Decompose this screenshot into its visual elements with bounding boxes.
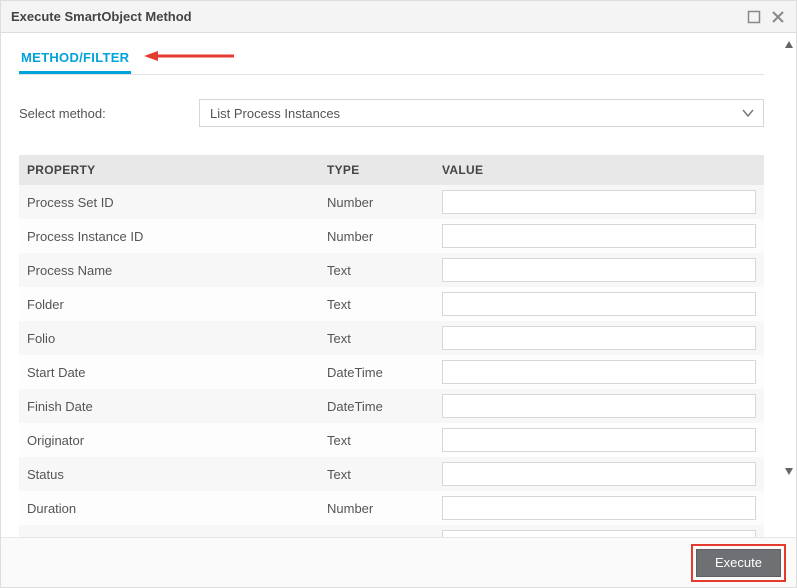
vertical-scrollbar[interactable] bbox=[782, 33, 796, 537]
property-cell: Priority bbox=[19, 525, 319, 537]
type-cell: DateTime bbox=[319, 355, 434, 389]
value-cell bbox=[434, 287, 764, 321]
value-input[interactable] bbox=[442, 292, 756, 316]
type-cell: Number bbox=[319, 185, 434, 219]
col-header-property: PROPERTY bbox=[19, 155, 319, 185]
value-input[interactable] bbox=[442, 224, 756, 248]
value-input[interactable] bbox=[442, 394, 756, 418]
value-cell bbox=[434, 321, 764, 355]
close-icon[interactable] bbox=[770, 9, 786, 25]
value-cell bbox=[434, 423, 764, 457]
table-row: Process Instance IDNumber bbox=[19, 219, 764, 253]
value-cell bbox=[434, 253, 764, 287]
table-header-row: PROPERTY TYPE VALUE bbox=[19, 155, 764, 185]
annotation-arrow-icon bbox=[144, 49, 234, 63]
tab-bar: METHOD/FILTER bbox=[19, 47, 764, 75]
type-cell: Text bbox=[319, 321, 434, 355]
property-cell: Start Date bbox=[19, 355, 319, 389]
property-cell: Duration bbox=[19, 491, 319, 525]
value-input[interactable] bbox=[442, 530, 756, 537]
property-cell: Folder bbox=[19, 287, 319, 321]
table-row: Start DateDateTime bbox=[19, 355, 764, 389]
properties-table: PROPERTY TYPE VALUE Process Set IDNumber… bbox=[19, 155, 764, 537]
property-cell: Process Instance ID bbox=[19, 219, 319, 253]
value-input[interactable] bbox=[442, 462, 756, 486]
type-cell: Number bbox=[319, 219, 434, 253]
table-row: PriorityText bbox=[19, 525, 764, 537]
value-cell bbox=[434, 525, 764, 537]
type-cell: Text bbox=[319, 287, 434, 321]
footer-bar: Execute bbox=[1, 537, 796, 587]
type-cell: DateTime bbox=[319, 389, 434, 423]
value-cell bbox=[434, 389, 764, 423]
chevron-down-icon bbox=[741, 106, 755, 123]
value-input[interactable] bbox=[442, 326, 756, 350]
value-input[interactable] bbox=[442, 428, 756, 452]
type-cell: Text bbox=[319, 525, 434, 537]
property-cell: Originator bbox=[19, 423, 319, 457]
window-title: Execute SmartObject Method bbox=[11, 9, 746, 24]
execute-highlight: Execute bbox=[691, 544, 786, 582]
table-row: FolderText bbox=[19, 287, 764, 321]
select-method-dropdown[interactable]: List Process Instances bbox=[199, 99, 764, 127]
property-cell: Folio bbox=[19, 321, 319, 355]
select-method-row: Select method: List Process Instances bbox=[19, 99, 764, 127]
property-cell: Finish Date bbox=[19, 389, 319, 423]
property-cell: Process Set ID bbox=[19, 185, 319, 219]
value-input[interactable] bbox=[442, 496, 756, 520]
title-bar: Execute SmartObject Method bbox=[1, 1, 796, 33]
table-row: Process NameText bbox=[19, 253, 764, 287]
type-cell: Text bbox=[319, 423, 434, 457]
value-cell bbox=[434, 491, 764, 525]
table-row: OriginatorText bbox=[19, 423, 764, 457]
value-input[interactable] bbox=[442, 190, 756, 214]
value-cell bbox=[434, 185, 764, 219]
col-header-type: TYPE bbox=[319, 155, 434, 185]
execute-button[interactable]: Execute bbox=[696, 549, 781, 577]
value-cell bbox=[434, 219, 764, 253]
select-method-label: Select method: bbox=[19, 106, 199, 121]
maximize-icon[interactable] bbox=[746, 9, 762, 25]
type-cell: Text bbox=[319, 457, 434, 491]
value-input[interactable] bbox=[442, 258, 756, 282]
window-controls bbox=[746, 9, 786, 25]
tab-method-filter[interactable]: METHOD/FILTER bbox=[19, 50, 131, 74]
dialog-window: Execute SmartObject Method METHOD/FILTER… bbox=[0, 0, 797, 588]
scroll-down-icon[interactable] bbox=[782, 463, 796, 479]
type-cell: Text bbox=[319, 253, 434, 287]
table-row: Finish DateDateTime bbox=[19, 389, 764, 423]
col-header-value: VALUE bbox=[434, 155, 764, 185]
select-method-value: List Process Instances bbox=[210, 106, 340, 121]
property-cell: Status bbox=[19, 457, 319, 491]
value-cell bbox=[434, 355, 764, 389]
value-cell bbox=[434, 457, 764, 491]
table-row: DurationNumber bbox=[19, 491, 764, 525]
content-area: METHOD/FILTER Select method: List Proces… bbox=[1, 33, 782, 537]
body-wrap: METHOD/FILTER Select method: List Proces… bbox=[1, 33, 796, 537]
table-row: StatusText bbox=[19, 457, 764, 491]
table-row: FolioText bbox=[19, 321, 764, 355]
property-cell: Process Name bbox=[19, 253, 319, 287]
type-cell: Number bbox=[319, 491, 434, 525]
table-row: Process Set IDNumber bbox=[19, 185, 764, 219]
value-input[interactable] bbox=[442, 360, 756, 384]
scroll-up-icon[interactable] bbox=[782, 37, 796, 53]
